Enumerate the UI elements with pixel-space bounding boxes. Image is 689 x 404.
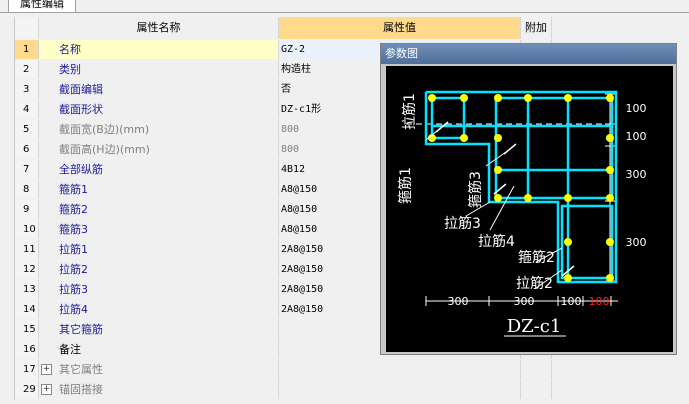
shape-label: DZ-c1 — [507, 316, 562, 337]
row-num: 6 — [15, 140, 39, 159]
header-extra[interactable]: 附加 — [521, 17, 552, 39]
row-name: 类别 — [39, 60, 279, 79]
row-num: 11 — [15, 240, 39, 259]
row-num: 4 — [15, 100, 39, 119]
label-gujin2: 箍筋2 — [518, 249, 555, 266]
row-name: 其它属性 — [59, 363, 103, 376]
dim-bottom-3: 100 — [561, 295, 582, 308]
row-num: 16 — [15, 340, 39, 359]
row-num: 10 — [15, 220, 39, 239]
row-name: 截面编辑 — [39, 80, 279, 99]
dim-bottom-2: 300 — [514, 295, 535, 308]
expand-icon[interactable]: + — [41, 384, 52, 395]
row-num: 9 — [15, 200, 39, 219]
row-num: 12 — [15, 260, 39, 279]
label-gujin3: 箍筋3 — [467, 171, 484, 208]
row-name: 名称 — [39, 40, 279, 59]
property-grid: 属性名称 属性值 附加 1 名称 GZ-2 2 类别 构造柱 3 截面编辑 否 … — [14, 17, 552, 400]
dim-bottom-4: 100 — [589, 295, 610, 308]
row-name-group: + 锚固搭接 — [39, 380, 279, 399]
row-name: 拉筋3 — [39, 280, 279, 299]
header-num — [15, 17, 39, 39]
row-name: 箍筋1 — [39, 180, 279, 199]
row-num: 17 — [15, 360, 39, 379]
header-value[interactable]: 属性值 — [279, 17, 521, 39]
row-name: 拉筋2 — [39, 260, 279, 279]
row-num: 2 — [15, 60, 39, 79]
row-name: 截面宽(B边)(mm) — [39, 120, 279, 139]
tab-bar: 属性编辑 — [0, 0, 689, 13]
dim-right-2: 100 — [626, 130, 647, 143]
row-num: 13 — [15, 280, 39, 299]
row-name: 锚固搭接 — [59, 383, 103, 396]
row-num: 15 — [15, 320, 39, 339]
section-diagram: 拉筋1 箍筋1 箍筋3 拉筋3 拉筋4 箍筋2 拉筋2 100 100 300 … — [397, 90, 647, 337]
row-num: 14 — [15, 300, 39, 319]
row-num: 7 — [15, 160, 39, 179]
row-value[interactable] — [279, 380, 521, 399]
row-extra[interactable] — [521, 360, 552, 379]
label-gujin1: 箍筋1 — [397, 167, 414, 204]
row-name: 备注 — [39, 340, 279, 359]
expand-icon[interactable]: + — [41, 364, 52, 375]
tab-property-edit[interactable]: 属性编辑 — [8, 0, 76, 12]
reference-diagram-panel: 参数图 拉筋1 箍筋1 箍筋3 拉筋3 拉筋4 箍筋2 拉筋2 100 100 … — [380, 43, 677, 355]
label-lajin3: 拉筋3 — [444, 215, 481, 232]
row-name: 截面形状 — [39, 100, 279, 119]
row-name: 全部纵筋 — [39, 160, 279, 179]
dim-bottom-1: 300 — [448, 295, 469, 308]
row-name-group: + 其它属性 — [39, 360, 279, 379]
label-lajin2: 拉筋2 — [516, 275, 553, 292]
row-name: 箍筋3 — [39, 220, 279, 239]
row-name: 拉筋4 — [39, 300, 279, 319]
row-name: 箍筋2 — [39, 200, 279, 219]
dim-right-1: 100 — [626, 102, 647, 115]
row-num: 1 — [15, 40, 39, 59]
row-name: 拉筋1 — [39, 240, 279, 259]
row-name: 截面高(H边)(mm) — [39, 140, 279, 159]
label-lajin4: 拉筋4 — [478, 233, 515, 250]
row-num: 3 — [15, 80, 39, 99]
row-num: 29 — [15, 380, 39, 399]
dim-right-4: 300 — [626, 236, 647, 249]
row-extra[interactable] — [521, 380, 552, 399]
reference-panel-title: 参数图 — [381, 44, 676, 64]
row-value[interactable] — [279, 360, 521, 379]
row-name: 其它箍筋 — [39, 320, 279, 339]
reference-canvas: 拉筋1 箍筋1 箍筋3 拉筋3 拉筋4 箍筋2 拉筋2 100 100 300 … — [386, 66, 673, 352]
header-name[interactable]: 属性名称 — [39, 17, 279, 39]
row-num: 5 — [15, 120, 39, 139]
row-num: 8 — [15, 180, 39, 199]
label-lajin1: 拉筋1 — [401, 93, 418, 130]
dim-right-3: 300 — [626, 168, 647, 181]
